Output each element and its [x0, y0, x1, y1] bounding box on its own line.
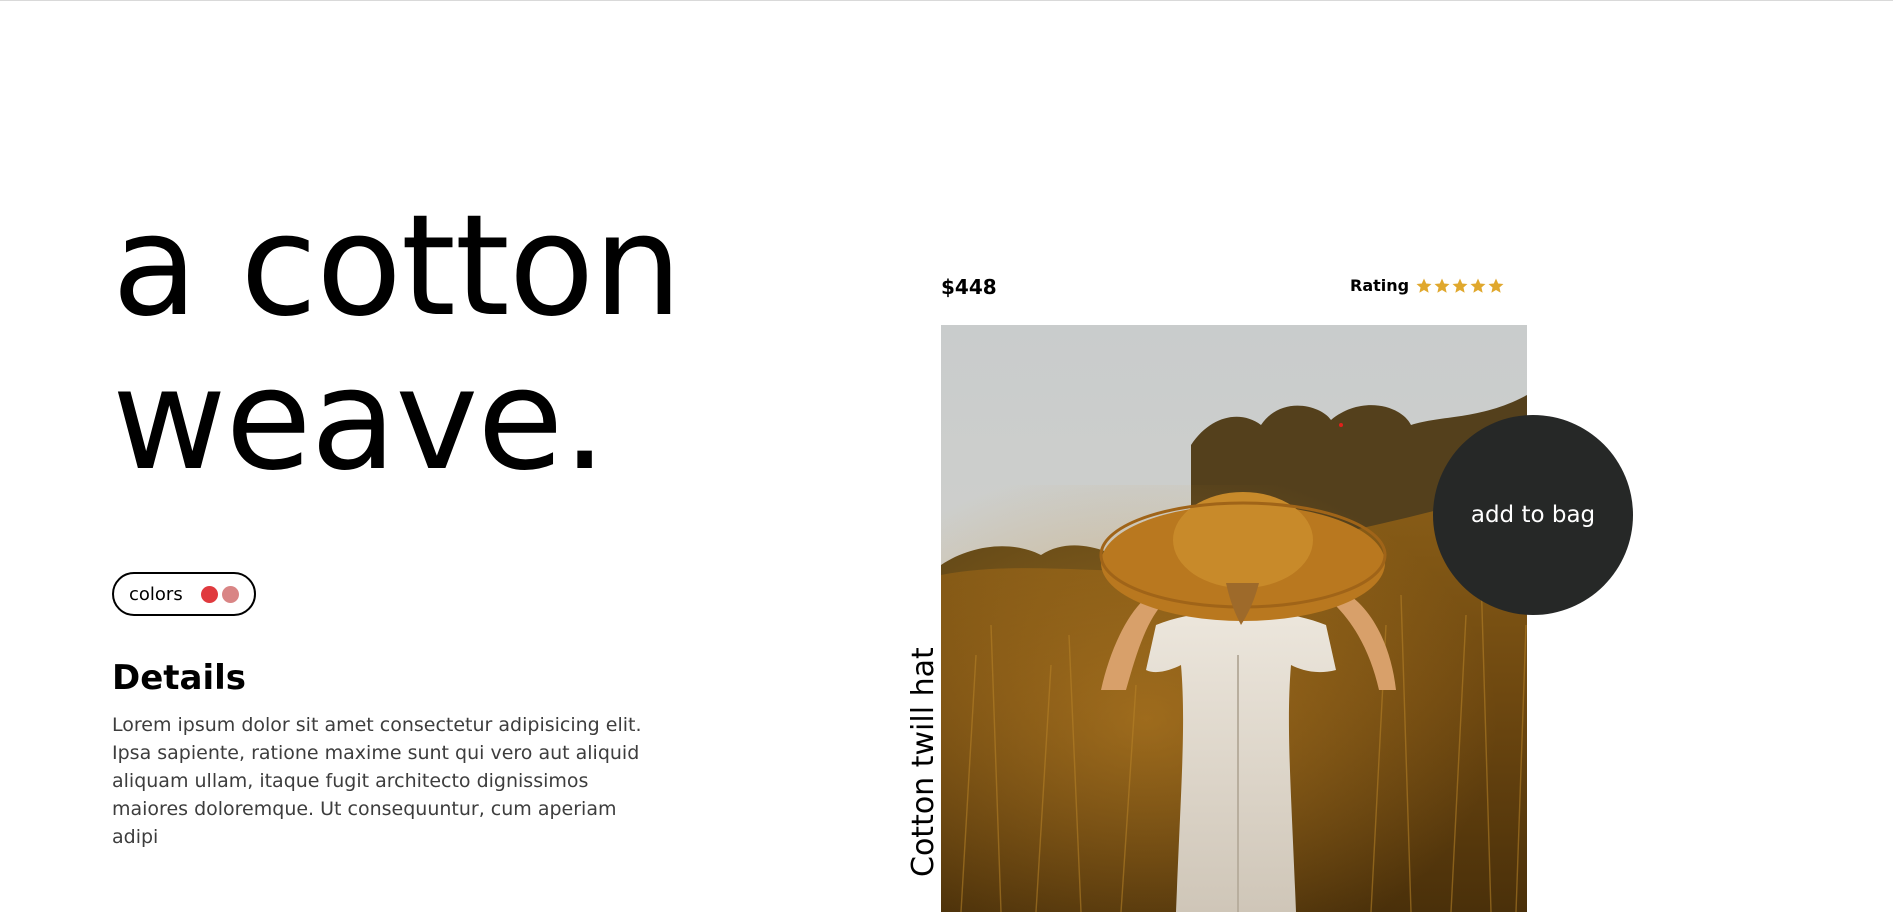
colors-label: colors [129, 583, 183, 605]
star-icon [1434, 278, 1450, 293]
woman-in-straw-hat-field-photo [941, 325, 1527, 912]
product-name: Cotton twill hat [906, 647, 941, 877]
star-icon [1470, 278, 1486, 293]
hero-headline: a cotton weave. [112, 185, 682, 502]
add-to-bag-button[interactable]: add to bag [1433, 415, 1633, 615]
color-swatch-pink[interactable] [221, 585, 239, 603]
details-description: Lorem ipsum dolor sit amet consectetur a… [112, 714, 642, 848]
star-icon [1416, 278, 1432, 293]
product-price: $448 [941, 275, 997, 299]
hero-line-1: a cotton [112, 185, 682, 348]
details-heading: Details [112, 658, 247, 698]
product-rating: Rating [1350, 276, 1505, 295]
star-icon [1488, 278, 1504, 293]
rating-stars [1415, 277, 1505, 295]
hero-line-2: weave. [112, 339, 607, 502]
rating-label: Rating [1350, 276, 1410, 295]
color-swatch-red[interactable] [200, 585, 218, 603]
top-divider [0, 0, 1893, 1]
product-photo [941, 325, 1527, 912]
colors-selector[interactable]: colors [112, 572, 256, 616]
star-icon [1452, 278, 1468, 293]
